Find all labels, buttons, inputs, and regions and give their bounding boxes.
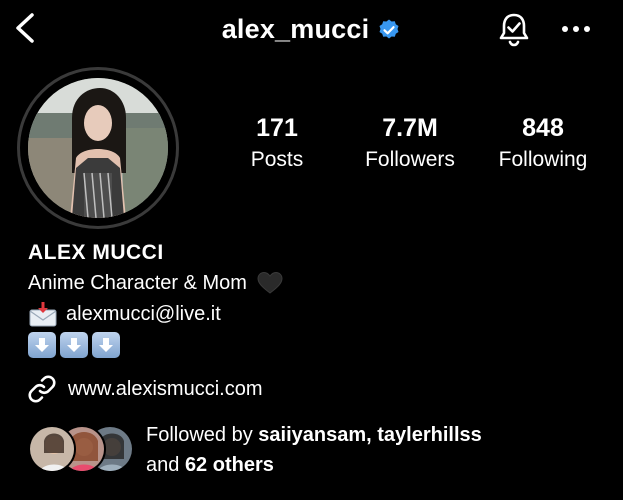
followed-by-section[interactable]: Followed by saiiyansam, taylerhillss and…	[28, 420, 482, 480]
bio-text: Anime Character & Mom	[28, 271, 247, 294]
stat-posts[interactable]: 171 Posts	[207, 113, 347, 175]
website-url: www.alexismucci.com	[68, 377, 263, 400]
notification-bell-icon	[499, 13, 529, 47]
down-arrow-icon	[92, 332, 120, 358]
link-icon	[28, 375, 56, 403]
notification-bell-button[interactable]	[494, 10, 534, 50]
verified-badge-icon	[379, 19, 399, 38]
more-icon	[562, 26, 590, 32]
following-label: Following	[498, 148, 588, 171]
followed-by-names: saiiyansam, taylerhillss	[258, 424, 482, 446]
followers-label: Followers	[365, 148, 455, 171]
email-text: alexmucci@live.it	[66, 302, 221, 325]
following-count: 848	[522, 114, 564, 142]
more-options-button[interactable]	[558, 14, 594, 44]
down-arrows-row	[28, 332, 120, 358]
posts-count: 171	[256, 114, 298, 142]
mutual-avatar	[28, 425, 76, 473]
posts-label: Posts	[250, 148, 304, 171]
followed-by-prefix: Followed by	[146, 424, 259, 446]
followers-count: 7.7M	[382, 114, 438, 142]
down-arrow-icon	[28, 332, 56, 358]
profile-avatar[interactable]	[28, 78, 168, 218]
incoming-envelope-icon	[29, 302, 57, 327]
mutual-followers-avatars	[28, 423, 138, 477]
followed-by-others: 62 others	[184, 454, 274, 476]
black-heart-icon	[257, 271, 283, 294]
display-name: ALEX MUCCI	[28, 241, 164, 264]
bio-line-1: Anime Character & Mom	[28, 271, 283, 295]
stat-following[interactable]: 848 Following	[473, 113, 613, 175]
down-arrow-icon	[60, 332, 88, 358]
username-text: alex_mucci	[221, 14, 370, 44]
stat-followers[interactable]: 7.7M Followers	[340, 113, 480, 175]
followed-by-text: Followed by saiiyansam, taylerhillss and…	[146, 420, 482, 480]
followed-by-and: and	[146, 454, 185, 476]
website-link[interactable]: www.alexismucci.com	[28, 375, 262, 403]
bio-line-email: alexmucci@live.it	[28, 301, 221, 327]
top-bar: alex_mucci	[0, 0, 623, 62]
